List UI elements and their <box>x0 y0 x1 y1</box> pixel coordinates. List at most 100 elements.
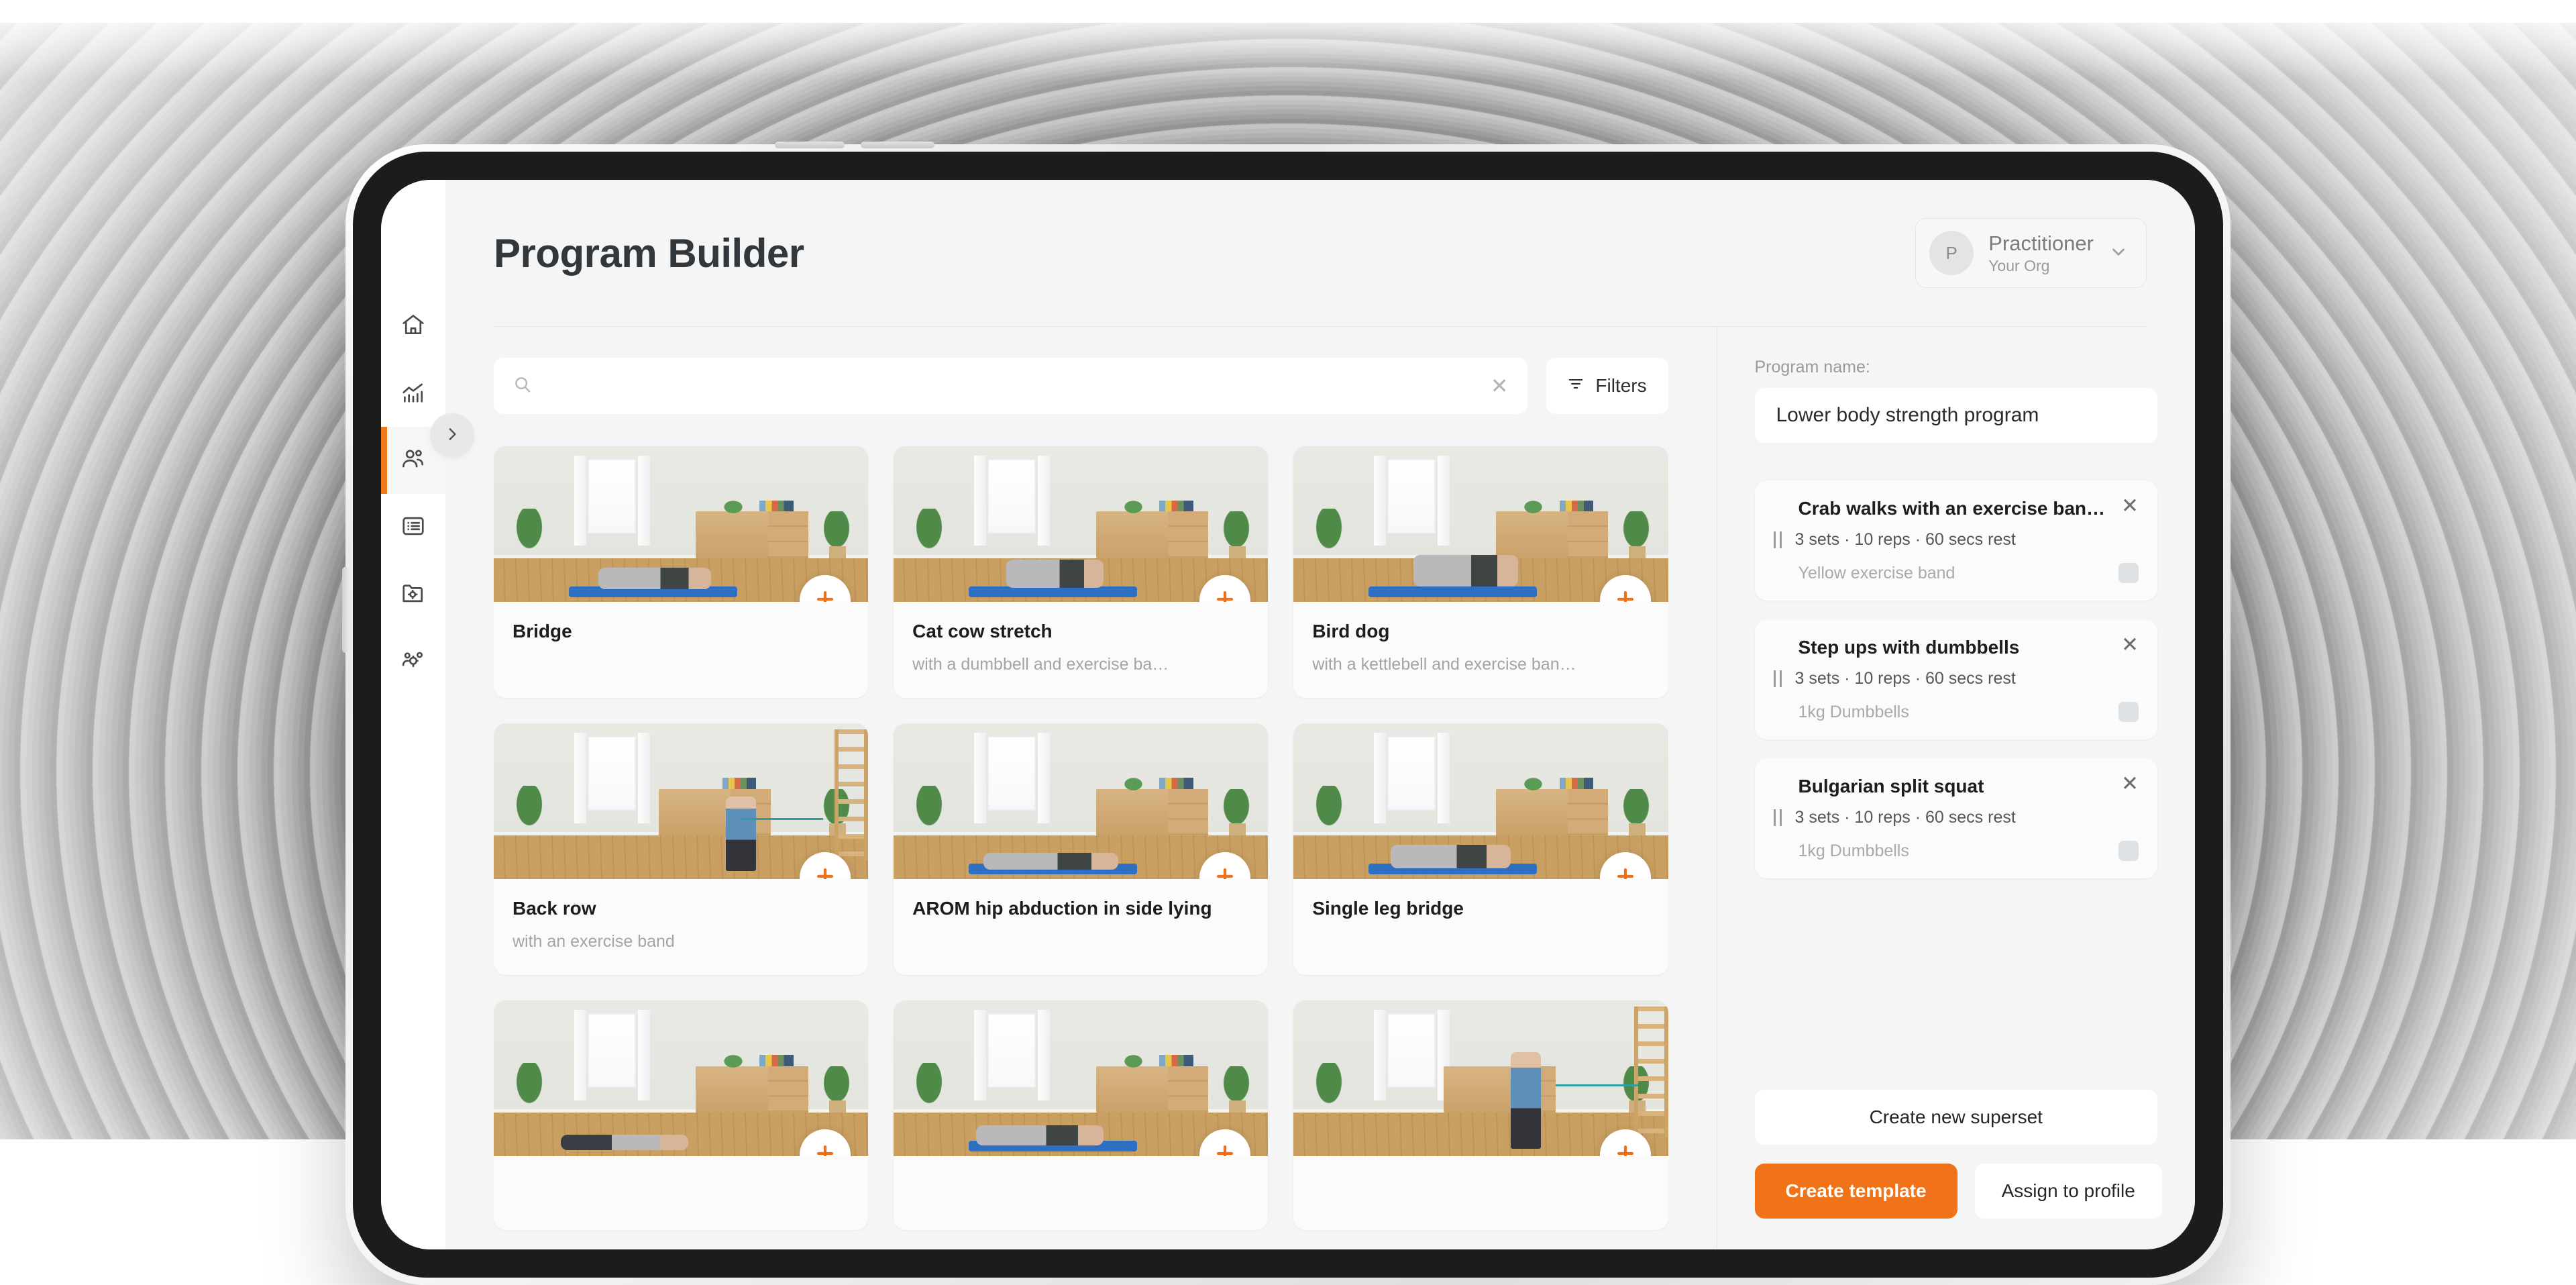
top-bar: Program Builder P Practitioner Your Org <box>445 180 2195 326</box>
exercise-thumbnail <box>1293 723 1668 879</box>
exercise-card-body: Bridge <box>494 602 868 677</box>
exercise-card[interactable] <box>894 1000 1268 1230</box>
plus-icon <box>1614 588 1637 603</box>
program-item-equipment: Yellow exercise band <box>1799 564 2119 583</box>
program-item-meta: 3 sets · 10 reps · 60 secs rest <box>1795 669 2016 688</box>
program-item[interactable]: Step ups with dumbbells ✕ 3 sets · 10 reps… <box>1755 619 2158 739</box>
plus-icon <box>814 1142 837 1157</box>
program-item-meta: 3 sets · 10 reps · 60 secs rest <box>1795 808 2016 827</box>
search-icon <box>513 374 533 398</box>
exercise-card-body: AROM hip abduction in side lying <box>894 879 1268 954</box>
assign-to-profile-button[interactable]: Assign to profile <box>1975 1164 2162 1219</box>
sidebar-item-analytics[interactable] <box>381 360 445 427</box>
volume-up-button[interactable] <box>775 142 845 148</box>
exercise-thumbnail <box>494 723 868 879</box>
create-superset-button[interactable]: Create new superset <box>1755 1090 2158 1145</box>
program-item-title: Bulgarian split squat <box>1774 776 2106 797</box>
checkbox-icon[interactable] <box>2118 563 2139 583</box>
page-title: Program Builder <box>494 230 1915 276</box>
people-icon <box>400 446 426 475</box>
exercise-card-body <box>1293 1156 1668 1230</box>
program-item-title: Crab walks with an exercise ban… <box>1774 498 2106 519</box>
program-panel: Program name: Crab walks with an exercis… <box>1717 327 2196 1249</box>
search-input[interactable] <box>545 375 1479 397</box>
exercise-card-body: Single leg bridge <box>1293 879 1668 954</box>
account-switcher[interactable]: P Practitioner Your Org <box>1915 218 2147 288</box>
exercise-thumbnail <box>494 1000 868 1156</box>
account-org: Your Org <box>1988 257 2094 274</box>
team-settings-icon <box>400 648 426 676</box>
exercise-title: Back row <box>513 896 849 921</box>
panel-actions: Create new superset Create template Assi… <box>1755 1090 2158 1249</box>
app-screen: Program Builder P Practitioner Your Org <box>381 180 2195 1249</box>
plus-icon <box>814 865 837 880</box>
list-icon <box>400 513 426 542</box>
program-name-label: Program name: <box>1755 358 2158 377</box>
filters-label: Filters <box>1595 375 1646 397</box>
plus-icon <box>814 588 837 603</box>
close-icon[interactable]: ✕ <box>1491 375 1509 397</box>
drag-handle-icon[interactable] <box>1774 809 1782 826</box>
exercise-thumbnail <box>894 723 1268 879</box>
device-bezel: Program Builder P Practitioner Your Org <box>353 152 2223 1278</box>
drag-handle-icon[interactable] <box>1774 670 1782 687</box>
search-box[interactable]: ✕ <box>494 358 1527 414</box>
exercise-card[interactable] <box>494 1000 868 1230</box>
program-item-title: Step ups with dumbbells <box>1774 637 2106 658</box>
sidebar-item-resources[interactable] <box>381 561 445 628</box>
program-item-meta-row: 3 sets · 10 reps · 60 secs rest <box>1774 669 2139 688</box>
exercise-subtitle: with a kettlebell and exercise ban… <box>1312 654 1649 675</box>
volume-down-button[interactable] <box>861 142 934 148</box>
plus-icon <box>1214 1142 1236 1157</box>
program-item-equipment: 1kg Dumbbells <box>1799 703 2119 722</box>
exercise-thumbnail <box>494 446 868 602</box>
background-top-band <box>0 0 2576 23</box>
account-text: Practitioner Your Org <box>1988 232 2094 274</box>
chevron-down-icon <box>2108 242 2129 265</box>
exercise-card[interactable]: Cat cow stretchwith a dumbbell and exerc… <box>894 446 1268 698</box>
power-button[interactable] <box>342 567 349 653</box>
exercise-thumbnail <box>894 1000 1268 1156</box>
exercise-card-body: Cat cow stretchwith a dumbbell and exerc… <box>894 602 1268 698</box>
exercise-thumbnail <box>894 446 1268 602</box>
program-item-head: Step ups with dumbbells ✕ <box>1774 637 2139 658</box>
left-sidebar <box>381 180 445 1249</box>
filters-button[interactable]: Filters <box>1546 358 1668 414</box>
exercise-thumbnail <box>1293 1000 1668 1156</box>
exercise-card[interactable]: Back rowwith an exercise band <box>494 723 868 975</box>
program-item-foot: 1kg Dumbbells <box>1774 841 2139 861</box>
checkbox-icon[interactable] <box>2118 702 2139 722</box>
exercise-card-body <box>494 1156 868 1230</box>
create-template-button[interactable]: Create template <box>1755 1164 1957 1219</box>
program-item-list: Crab walks with an exercise ban… ✕ 3 sets … <box>1755 480 2158 878</box>
sidebar-item-library[interactable] <box>381 494 445 561</box>
exercise-card-body <box>894 1156 1268 1230</box>
exercise-title: AROM hip abduction in side lying <box>912 896 1249 921</box>
program-item-head: Bulgarian split squat ✕ <box>1774 776 2139 797</box>
exercise-card[interactable] <box>1293 1000 1668 1230</box>
program-name-input[interactable] <box>1755 388 2158 443</box>
search-row: ✕ Filters <box>494 358 1668 414</box>
exercise-card[interactable]: AROM hip abduction in side lying <box>894 723 1268 975</box>
sidebar-item-home[interactable] <box>381 293 445 360</box>
close-icon[interactable]: ✕ <box>2114 776 2139 792</box>
exercise-card[interactable]: Single leg bridge <box>1293 723 1668 975</box>
tablet-device-frame: Program Builder P Practitioner Your Org <box>345 144 2231 1285</box>
exercise-browser: ✕ Filters Bridge Cat cow stretchwith a du… <box>445 327 1717 1249</box>
plus-icon <box>1614 1142 1637 1157</box>
main-content: Program Builder P Practitioner Your Org <box>445 180 2195 1249</box>
close-icon[interactable]: ✕ <box>2114 498 2139 515</box>
home-icon <box>400 312 426 341</box>
checkbox-icon[interactable] <box>2118 841 2139 861</box>
exercise-card[interactable]: Bridge <box>494 446 868 698</box>
exercise-title: Bird dog <box>1312 619 1649 644</box>
program-item[interactable]: Crab walks with an exercise ban…✕3 sets … <box>1755 480 2158 601</box>
program-item[interactable]: Bulgarian split squat ✕ 3 sets · 10 reps ·… <box>1755 758 2158 878</box>
sidebar-item-team[interactable] <box>381 628 445 695</box>
analytics-icon <box>400 379 426 408</box>
exercise-title: Bridge <box>513 619 849 644</box>
drag-handle-icon[interactable] <box>1774 531 1782 548</box>
sidebar-expand-button[interactable] <box>430 413 474 458</box>
exercise-card[interactable]: Bird dog with a kettlebell and exercise b… <box>1293 446 1668 698</box>
close-icon[interactable]: ✕ <box>2114 637 2139 654</box>
